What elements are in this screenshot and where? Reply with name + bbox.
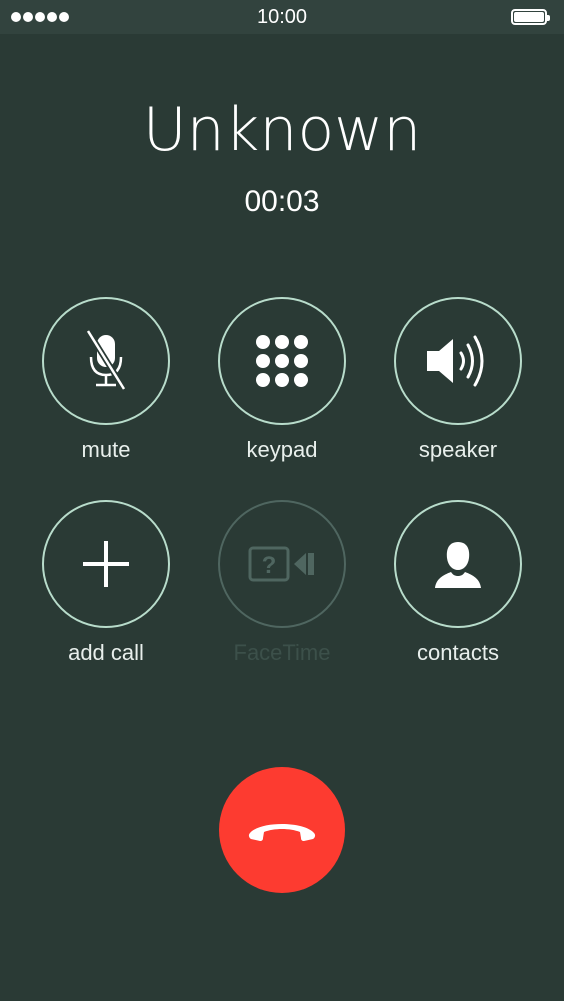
speaker-label: speaker bbox=[418, 437, 498, 462]
status-bar: 10:00 bbox=[0, 0, 564, 34]
call-duration: 00:03 bbox=[244, 185, 320, 218]
add-call-button-ring[interactable] bbox=[42, 500, 170, 628]
end-call-button[interactable] bbox=[219, 767, 345, 893]
contacts-label: contacts bbox=[417, 640, 499, 665]
add-call-label: add call bbox=[68, 640, 144, 665]
mute-label: mute bbox=[81, 437, 131, 462]
add-call-button[interactable]: add call bbox=[36, 500, 176, 666]
plus-icon bbox=[83, 541, 129, 587]
keypad-label: keypad bbox=[246, 437, 318, 462]
facetime-icon: ? bbox=[248, 546, 314, 582]
mic-off-icon bbox=[85, 329, 127, 391]
contacts-button[interactable]: contacts bbox=[388, 500, 528, 666]
mute-button-ring[interactable] bbox=[42, 297, 170, 425]
contact-icon bbox=[435, 542, 481, 588]
contacts-button-ring[interactable] bbox=[394, 500, 522, 628]
svg-text:?: ? bbox=[262, 552, 277, 579]
facetime-label: FaceTime bbox=[233, 640, 331, 665]
battery-icon bbox=[511, 9, 550, 25]
speaker-button[interactable]: speaker bbox=[388, 297, 528, 463]
speaker-icon bbox=[427, 335, 484, 387]
status-time: 10:00 bbox=[256, 6, 308, 28]
caller-name: Unknown bbox=[142, 95, 422, 165]
keypad-icon bbox=[256, 335, 308, 387]
mute-button[interactable]: mute bbox=[36, 297, 176, 463]
facetime-button-ring[interactable]: ? bbox=[218, 500, 346, 628]
keypad-button-ring[interactable] bbox=[218, 297, 346, 425]
phone-hangup-icon bbox=[248, 824, 316, 841]
facetime-button[interactable]: ? FaceTime bbox=[212, 500, 352, 666]
speaker-button-ring[interactable] bbox=[394, 297, 522, 425]
keypad-button[interactable]: keypad bbox=[212, 297, 352, 463]
